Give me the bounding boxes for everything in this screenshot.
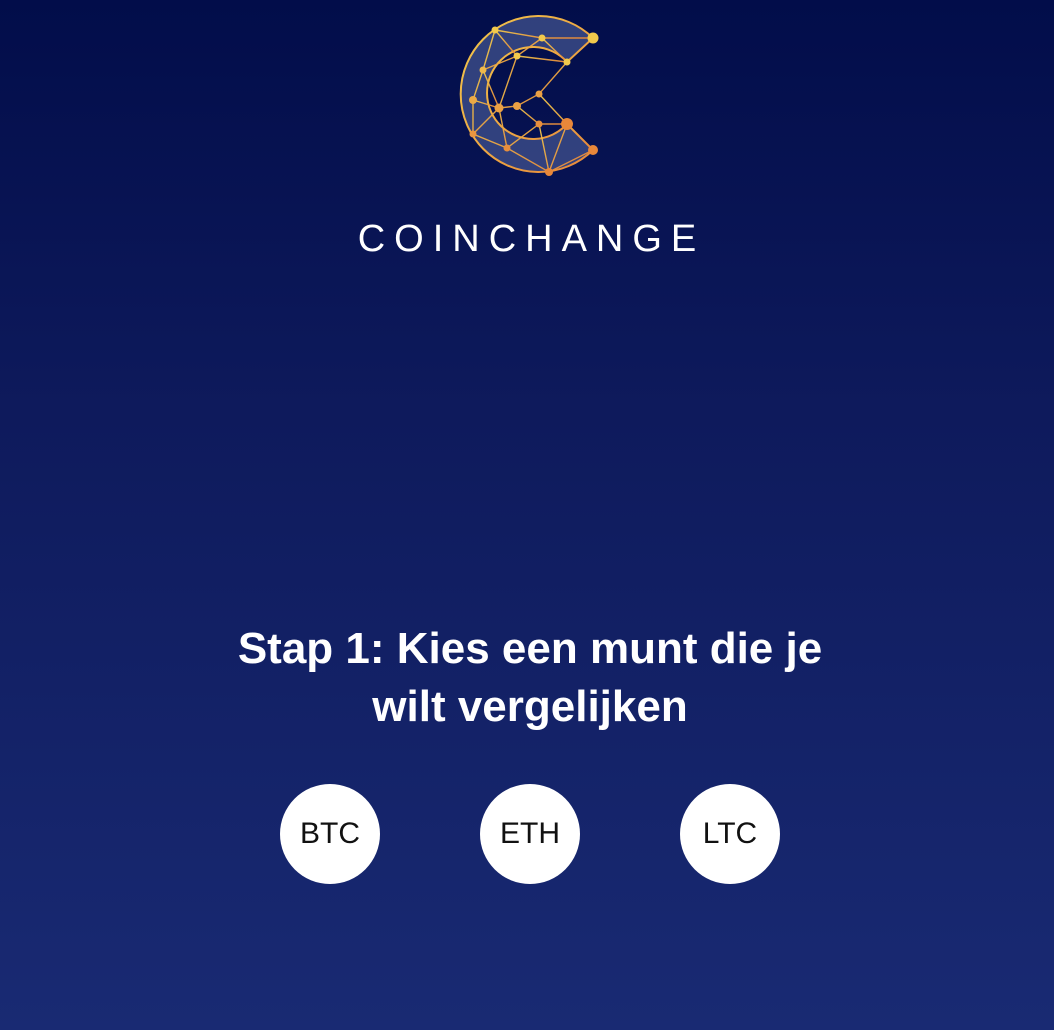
coin-button-btc[interactable]: BTC: [280, 784, 380, 884]
brand-name: COINCHANGE: [357, 218, 706, 260]
coin-button-eth[interactable]: ETH: [480, 784, 580, 884]
coin-selector: BTC ETH LTC: [0, 784, 1054, 884]
coin-button-ltc[interactable]: LTC: [680, 784, 780, 884]
step-title: Stap 1: Kies een munt die je wilt vergel…: [237, 624, 823, 731]
header: COINCHANGE: [0, 0, 1054, 300]
coinchange-logo-icon: [455, 12, 605, 180]
